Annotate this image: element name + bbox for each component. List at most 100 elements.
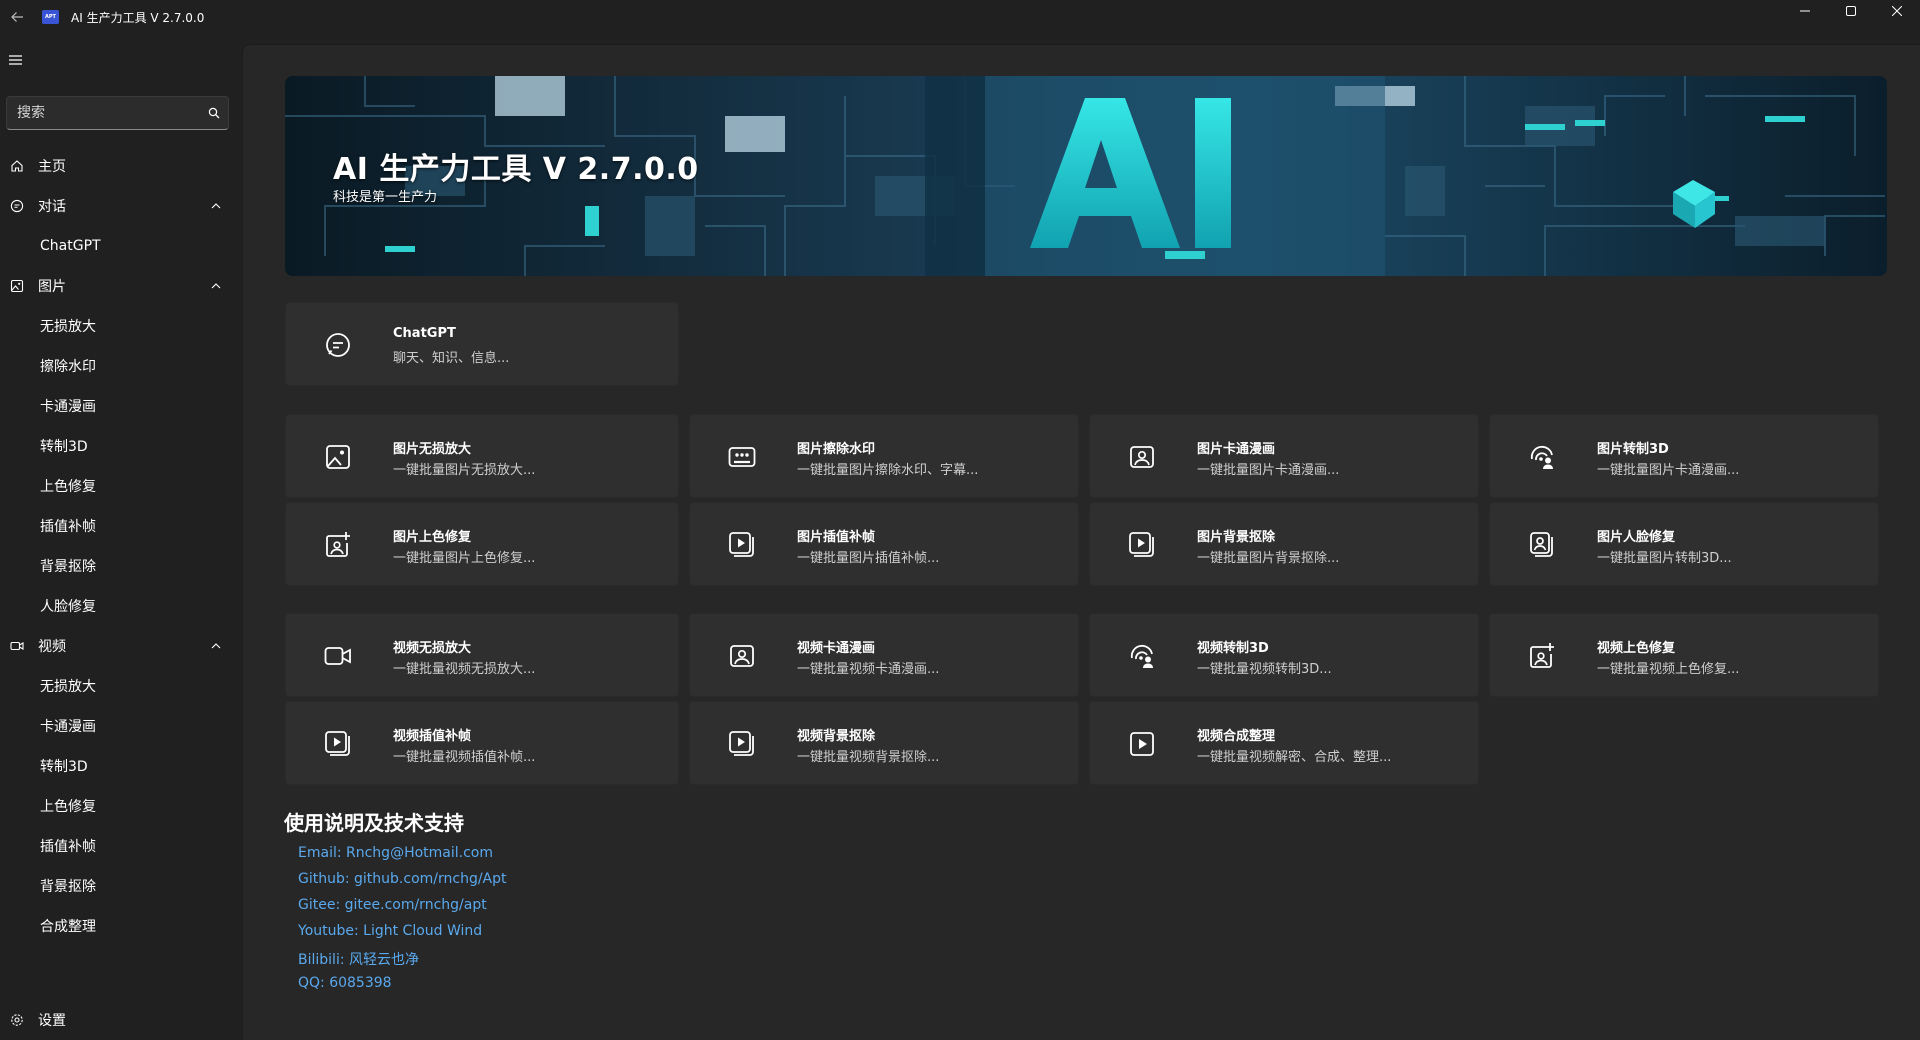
radar-person-icon <box>1528 443 1556 471</box>
card-description: 一键批量视频解密、合成、整理... <box>1197 750 1392 765</box>
window-title: AI 生产力工具 V 2.7.0.0 <box>71 10 205 25</box>
nav-label-image: 图片 <box>38 279 66 295</box>
chatgpt-card[interactable]: ChatGPT 聊天、知识、信息... <box>285 302 679 386</box>
nav-item-home[interactable]: 主页 <box>0 146 242 186</box>
support-links: Email: Rnchg@Hotmail.com Github: github.… <box>298 845 507 1001</box>
window-controls <box>1782 0 1920 34</box>
image-background-card[interactable]: 图片背景抠除 一键批量图片背景抠除... <box>1089 502 1479 586</box>
video-background-card[interactable]: 视频背景抠除 一键批量视频背景抠除... <box>689 701 1079 785</box>
nav-item-chatgpt[interactable]: ChatGPT <box>0 226 242 266</box>
card-title: 图片插值补帧 <box>797 530 876 545</box>
nav-item-image-cartoon[interactable]: 卡通漫画 <box>0 386 242 426</box>
image-cartoon-card[interactable]: 图片卡通漫画 一键批量图片卡通漫画... <box>1089 414 1479 498</box>
nav-item-image-face[interactable]: 人脸修复 <box>0 586 242 626</box>
qq-link[interactable]: QQ: 6085398 <box>298 975 507 1001</box>
card-description: 一键批量图片卡通漫画... <box>1597 463 1740 478</box>
nav-item-image-colorize[interactable]: 上色修复 <box>0 466 242 506</box>
title-bar: APT AI 生产力工具 V 2.7.0.0 <box>0 0 1920 34</box>
email-link[interactable]: Email: Rnchg@Hotmail.com <box>298 845 507 871</box>
image-icon <box>324 443 352 471</box>
nav-label-chat: 对话 <box>38 199 66 215</box>
image-interpolate-card[interactable]: 图片插值补帧 一键批量图片插值补帧... <box>689 502 1079 586</box>
card-title: 图片背景抠除 <box>1197 530 1276 545</box>
image-icon <box>9 278 25 294</box>
card-description: 一键批量视频无损放大... <box>393 662 536 677</box>
image-sparkle-icon <box>1528 642 1556 670</box>
video-3d-card[interactable]: 视频转制3D 一键批量视频转制3D... <box>1089 613 1479 697</box>
chevron-up-icon[interactable] <box>208 198 224 214</box>
nav-group-video[interactable]: 视频 <box>0 626 242 666</box>
video-colorize-card[interactable]: 视频上色修复 一键批量视频上色修复... <box>1489 613 1879 697</box>
card-title: 视频转制3D <box>1197 641 1269 656</box>
video-cartoon-card[interactable]: 视频卡通漫画 一键批量视频卡通漫画... <box>689 613 1079 697</box>
card-title: 视频插值补帧 <box>393 729 472 744</box>
image-sparkle-icon <box>324 531 352 559</box>
nav-item-image-upscale[interactable]: 无损放大 <box>0 306 242 346</box>
menu-toggle-button[interactable] <box>4 48 28 72</box>
video-compose-card[interactable]: 视频合成整理 一键批量视频解密、合成、整理... <box>1089 701 1479 785</box>
hero-subtitle: 科技是第一生产力 <box>333 190 438 205</box>
search-box <box>6 96 229 130</box>
video-interpolate-card[interactable]: 视频插值补帧 一键批量视频插值补帧... <box>285 701 679 785</box>
nav-item-video-upscale[interactable]: 无损放大 <box>0 666 242 706</box>
nav-group-chat[interactable]: 对话 <box>0 186 242 226</box>
hero-title: AI 生产力工具 V 2.7.0.0 <box>333 152 699 187</box>
nav-item-video-colorize[interactable]: 上色修复 <box>0 786 242 826</box>
nav-item-video-background[interactable]: 背景抠除 <box>0 866 242 906</box>
card-title: 图片擦除水印 <box>797 442 876 457</box>
github-link[interactable]: Github: github.com/rnchg/Apt <box>298 871 507 897</box>
image-watermark-card[interactable]: 图片擦除水印 一键批量图片擦除水印、字幕... <box>689 414 1079 498</box>
nav-item-video-compose[interactable]: 合成整理 <box>0 906 242 946</box>
sidebar: 主页 对话 ChatGPT 图片 无损 <box>0 34 242 1040</box>
gear-icon <box>9 1012 25 1028</box>
card-title: 视频卡通漫画 <box>797 641 876 656</box>
card-title: 图片转制3D <box>1597 442 1669 457</box>
maximize-button[interactable] <box>1828 0 1874 22</box>
image-3d-card[interactable]: 图片转制3D 一键批量图片卡通漫画... <box>1489 414 1879 498</box>
gitee-link[interactable]: Gitee: gitee.com/rnchg/apt <box>298 897 507 923</box>
app-logo: APT <box>42 10 59 24</box>
nav-group-image[interactable]: 图片 <box>0 266 242 306</box>
portrait-icon <box>728 642 756 670</box>
chevron-up-icon[interactable] <box>208 278 224 294</box>
card-description: 一键批量视频背景抠除... <box>797 750 940 765</box>
nav-item-video-cartoon[interactable]: 卡通漫画 <box>0 706 242 746</box>
search-input[interactable] <box>7 97 200 129</box>
chevron-up-icon[interactable] <box>208 638 224 654</box>
nav-item-video-3d[interactable]: 转制3D <box>0 746 242 786</box>
youtube-link[interactable]: Youtube: Light Cloud Wind <box>298 923 507 949</box>
main-content: AI 生产力工具 V 2.7.0.0 科技是第一生产力 ChatGPT 聊天、知… <box>242 44 1920 1040</box>
video-camera-icon <box>9 638 25 654</box>
radar-person-icon <box>1128 642 1156 670</box>
close-button[interactable] <box>1874 0 1920 22</box>
nav-item-video-interpolate[interactable]: 插值补帧 <box>0 826 242 866</box>
image-face-card[interactable]: 图片人脸修复 一键批量图片转制3D... <box>1489 502 1879 586</box>
back-button[interactable] <box>0 0 34 34</box>
video-upscale-card[interactable]: 视频无损放大 一键批量视频无损放大... <box>285 613 679 697</box>
nav-item-settings[interactable]: 设置 <box>0 1002 242 1038</box>
card-description: 一键批量视频上色修复... <box>1597 662 1740 677</box>
search-button[interactable] <box>200 99 228 127</box>
nav-label-settings: 设置 <box>38 1013 66 1029</box>
image-colorize-card[interactable]: 图片上色修复 一键批量图片上色修复... <box>285 502 679 586</box>
maximize-icon <box>1846 6 1856 16</box>
nav-item-image-interpolate[interactable]: 插值补帧 <box>0 506 242 546</box>
card-description: 一键批量视频转制3D... <box>1197 662 1332 677</box>
card-description: 一键批量视频插值补帧... <box>393 750 536 765</box>
nav-label-video: 视频 <box>38 639 66 655</box>
card-description: 一键批量视频卡通漫画... <box>797 662 940 677</box>
play-frames-icon <box>1128 531 1156 559</box>
close-icon <box>1892 6 1902 16</box>
app-window: APT AI 生产力工具 V 2.7.0.0 搜索 主页 对话 ChatGPT … <box>0 0 1920 1040</box>
hero-banner: AI 生产力工具 V 2.7.0.0 科技是第一生产力 <box>285 76 1887 276</box>
face-icon <box>1528 531 1556 559</box>
play-frames-icon <box>324 730 352 758</box>
image-upscale-card[interactable]: 图片无损放大 一键批量图片无损放大... <box>285 414 679 498</box>
bilibili-link[interactable]: Bilibili: 风轻云也净 <box>298 949 507 975</box>
nav-list: 主页 对话 ChatGPT 图片 无损放大 擦除水印 卡通漫画 转制3D 上色修… <box>0 146 242 946</box>
minimize-button[interactable] <box>1782 0 1828 22</box>
nav-item-image-background[interactable]: 背景抠除 <box>0 546 242 586</box>
nav-item-image-watermark[interactable]: 擦除水印 <box>0 346 242 386</box>
nav-item-image-3d[interactable]: 转制3D <box>0 426 242 466</box>
card-title: ChatGPT <box>393 326 456 341</box>
